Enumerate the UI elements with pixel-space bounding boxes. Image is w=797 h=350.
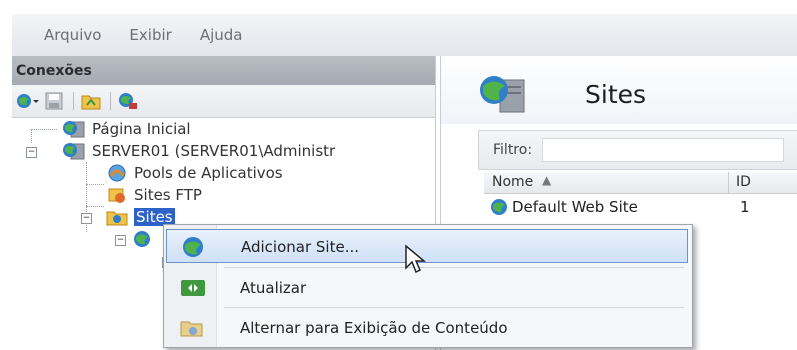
folder-icon[interactable]: [79, 89, 103, 113]
tree-item-default-site[interactable]: [132, 228, 154, 250]
site-id-cell: 1: [740, 198, 750, 216]
tree-line: [86, 184, 104, 185]
tree-item-start-page[interactable]: Página Inicial: [62, 118, 191, 140]
tree-label: Página Inicial: [92, 120, 191, 138]
menu-item-label: Alternar para Exibição de Conteúdo: [240, 319, 508, 337]
tree-item-ftp-sites[interactable]: Sites FTP: [106, 184, 202, 206]
menu-item-refresh[interactable]: Atualizar: [166, 271, 688, 305]
tree-line: [31, 129, 32, 143]
expander-default-site[interactable]: −: [115, 235, 126, 246]
site-globe-icon: [491, 199, 507, 215]
tree-label: SERVER01 (SERVER01\Administr: [92, 142, 336, 160]
add-site-globe-icon: [183, 237, 203, 257]
page-title: Sites: [585, 80, 647, 109]
save-icon[interactable]: [42, 89, 66, 113]
tree-item-server[interactable]: SERVER01 (SERVER01\Administr: [62, 140, 335, 162]
site-name-cell: Default Web Site: [512, 198, 638, 216]
toolbar-separator: [73, 92, 74, 110]
ftp-sites-icon: [108, 188, 125, 203]
site-globe-icon: [134, 231, 150, 247]
app-pools-icon: [108, 164, 126, 182]
sites-header-icon: [480, 76, 525, 113]
menu-item-content-view[interactable]: Alternar para Exibição de Conteúdo: [166, 311, 688, 345]
menu-bar: Arquivo Exibir Ajuda: [12, 14, 797, 56]
filter-label: Filtro:: [493, 142, 533, 158]
tree-item-app-pools[interactable]: Pools de Aplicativos: [106, 162, 283, 184]
filter-bar: Filtro:: [478, 130, 797, 170]
tree-label: Sites FTP: [134, 186, 202, 204]
expander-sites[interactable]: −: [81, 213, 92, 224]
column-divider[interactable]: [728, 172, 729, 193]
tree-line: [31, 129, 57, 130]
menu-item-label: Atualizar: [240, 279, 307, 297]
column-header-id[interactable]: ID: [736, 174, 751, 190]
sort-ascending-icon: ▲: [542, 173, 552, 187]
tree-label: Pools de Aplicativos: [134, 164, 283, 182]
table-row[interactable]: Default Web Site 1: [484, 196, 797, 218]
content-view-icon: [180, 321, 203, 337]
column-header-name[interactable]: Nome: [492, 174, 533, 190]
mouse-pointer-icon: [405, 244, 427, 274]
tree-line: [86, 206, 104, 207]
connect-icon[interactable]: [116, 89, 140, 113]
menu-separator: [224, 267, 684, 268]
connections-toolbar: [12, 85, 435, 118]
server-icon: [63, 143, 85, 160]
menu-ajuda[interactable]: Ajuda: [200, 26, 243, 44]
menu-item-label: Adicionar Site...: [241, 238, 360, 256]
sites-grid-header: Nome ▲ ID: [484, 172, 797, 194]
expander-server[interactable]: −: [26, 147, 37, 158]
start-page-icon: [63, 121, 85, 138]
refresh-icon: [181, 280, 205, 296]
menu-separator: [224, 307, 684, 308]
globe-dropdown-icon[interactable]: [16, 89, 40, 113]
connections-header: Conexões: [12, 56, 435, 85]
sites-folder-icon: [106, 211, 128, 226]
toolbar-separator: [110, 92, 111, 110]
filter-input[interactable]: [542, 138, 785, 162]
menu-exibir[interactable]: Exibir: [129, 26, 171, 44]
menu-arquivo[interactable]: Arquivo: [44, 26, 101, 44]
context-menu: Adicionar Site... Atualizar Alternar par…: [163, 224, 693, 348]
